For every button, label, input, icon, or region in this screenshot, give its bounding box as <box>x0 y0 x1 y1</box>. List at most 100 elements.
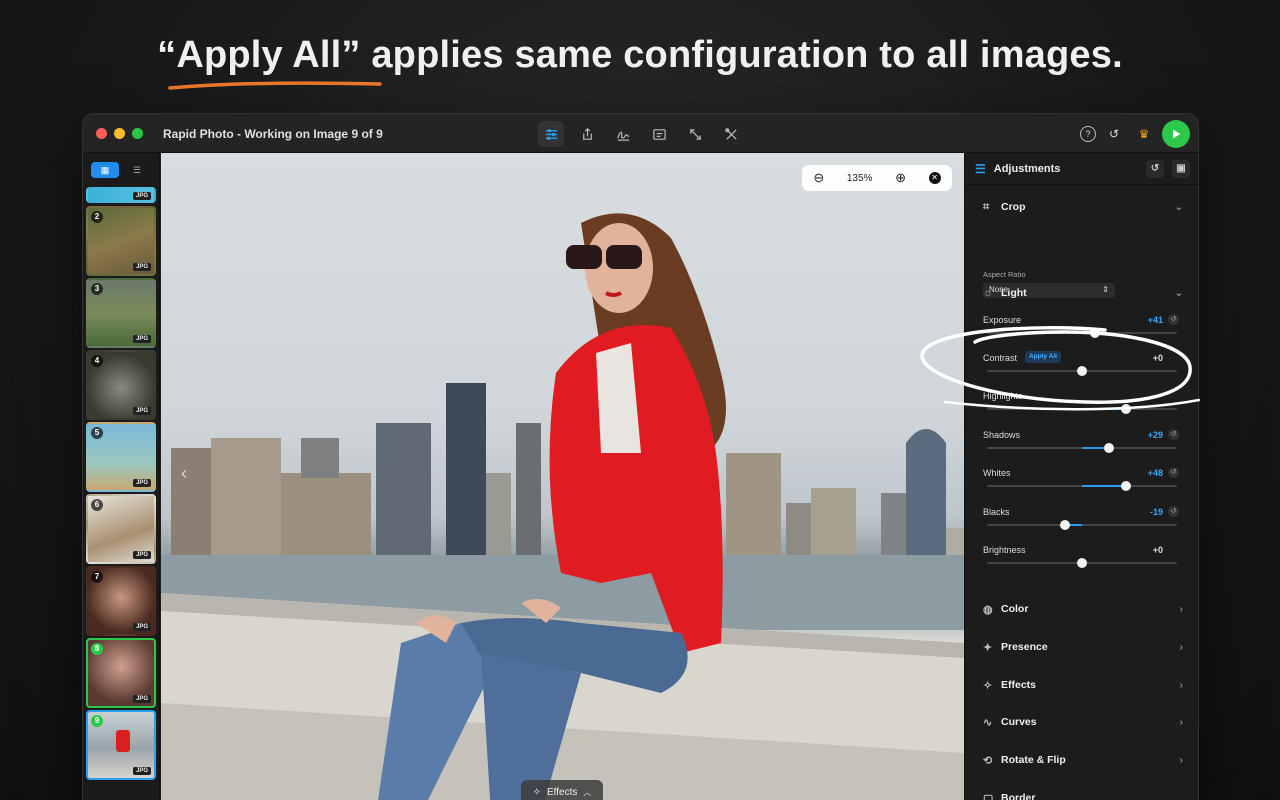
slider-blacks[interactable]: Blacks -19 ↺ <box>983 506 1179 543</box>
thumbnail-2[interactable]: 2 JPG <box>86 206 156 276</box>
section-label: Presence <box>1001 641 1048 653</box>
help-button[interactable]: ? <box>1080 126 1096 142</box>
section-effects[interactable]: ✧ Effects › <box>965 669 1198 701</box>
zoom-in-button[interactable]: ⊕ <box>895 170 906 186</box>
thumbnail-6[interactable]: 6 JPG <box>86 494 156 564</box>
maximize-window-button[interactable] <box>132 128 143 139</box>
section-label: Effects <box>1001 679 1037 691</box>
chevron-right-icon: › <box>1179 603 1183 615</box>
slider-track[interactable] <box>987 481 1177 491</box>
slider-highlights[interactable]: Highlights <box>983 391 1179 427</box>
reset-icon: ↺ <box>1150 163 1160 174</box>
close-zoom-button[interactable]: ✕ <box>928 172 941 184</box>
slider-knob[interactable] <box>1077 366 1087 376</box>
crown-icon: ♛ <box>1138 127 1150 141</box>
format-badge: JPG <box>132 767 151 775</box>
share-icon <box>582 127 592 140</box>
thumbnail-5[interactable]: 5 JPG <box>86 422 156 492</box>
slider-value: -19 <box>1149 507 1163 517</box>
section-border[interactable]: ▢ Border <box>965 782 1198 800</box>
resize-tool-button[interactable] <box>682 121 708 147</box>
thumbnail-subject <box>116 730 130 752</box>
slider-knob[interactable] <box>1103 443 1114 453</box>
format-badge: JPG <box>132 479 151 487</box>
apply-all-button[interactable]: Apply All <box>1025 351 1061 363</box>
list-view-button[interactable]: ☰ <box>123 162 151 178</box>
thumbnail-8[interactable]: 8 JPG <box>86 638 156 708</box>
slider-track[interactable] <box>987 404 1177 414</box>
thumbnail-number: 7 <box>91 571 103 583</box>
chevron-up-icon: ︿ <box>583 787 592 797</box>
thumbnail-sidebar: ▦ ☰ JPG 2 JPG 3 JPG 4 JPG 5 JPG 6 JPG 7 … <box>83 153 160 800</box>
slider-label: Highlights <box>983 391 1023 401</box>
previous-image-arrow[interactable]: ‹ <box>181 463 187 484</box>
tools-tool-button[interactable] <box>718 121 744 147</box>
slider-knob[interactable] <box>1120 404 1131 414</box>
app-window: Rapid Photo - Working on Image 9 of 9 ? <box>82 113 1199 800</box>
border-icon: ▢ <box>983 792 994 800</box>
run-button[interactable] <box>1162 120 1190 148</box>
text-tool-button[interactable] <box>646 121 672 147</box>
crop-icon: ⌗ <box>983 200 990 213</box>
section-light[interactable]: ☼ Light ⌄ <box>965 277 1198 309</box>
effects-button[interactable]: ✧ Effects ︿ <box>521 780 603 800</box>
zoom-out-button[interactable]: ⊖ <box>813 170 824 186</box>
slider-knob[interactable] <box>1090 328 1101 338</box>
thumbnail-number: 4 <box>91 355 103 367</box>
slider-knob[interactable] <box>1077 558 1087 568</box>
slider-whites[interactable]: Whites +48 ↺ <box>983 467 1179 504</box>
slider-shadows[interactable]: Shadows +29 ↺ <box>983 429 1179 466</box>
thumbnail-3[interactable]: 3 JPG <box>86 278 156 348</box>
adjustments-tool-button[interactable] <box>538 121 564 147</box>
slider-track[interactable] <box>987 366 1177 376</box>
headline-rest: applies same configuration to all images… <box>360 34 1123 76</box>
section-color[interactable]: ◍ Color › <box>965 593 1198 625</box>
section-presence[interactable]: ✦ Presence › <box>965 631 1198 663</box>
slider-contrast[interactable]: Contrast Apply All +0 <box>983 351 1179 389</box>
section-crop[interactable]: ⌗ Crop ⌄ <box>965 191 1198 223</box>
minimize-window-button[interactable] <box>114 128 125 139</box>
slider-track[interactable] <box>987 558 1177 568</box>
chevron-right-icon: › <box>1179 754 1183 766</box>
slider-knob[interactable] <box>1059 520 1070 530</box>
reset-slider-button[interactable]: ↺ <box>1168 506 1179 517</box>
premium-button[interactable]: ♛ <box>1132 122 1156 146</box>
reset-all-button[interactable]: ↺ <box>1146 159 1164 178</box>
thumbnail-number: 5 <box>91 427 103 439</box>
toggle-panel-button[interactable]: ▣ <box>1172 159 1190 178</box>
slider-exposure[interactable]: Exposure +41 ↺ <box>983 314 1179 351</box>
section-rotate-flip[interactable]: ⟲ Rotate & Flip › <box>965 744 1198 776</box>
slider-track[interactable] <box>987 328 1177 338</box>
reset-slider-button[interactable]: ↺ <box>1168 429 1179 440</box>
share-tool-button[interactable] <box>574 121 600 147</box>
zoom-level: 135% <box>846 172 873 184</box>
reset-slider-button[interactable]: ↺ <box>1168 314 1179 325</box>
text-box-icon <box>652 128 666 140</box>
format-badge: JPG <box>132 695 151 703</box>
slider-track[interactable] <box>987 443 1177 453</box>
thumbnail-1[interactable]: JPG <box>86 187 156 203</box>
slider-label: Exposure <box>983 315 1022 325</box>
thumbnail-4[interactable]: 4 JPG <box>86 350 156 420</box>
slider-brightness[interactable]: Brightness +0 <box>983 545 1179 581</box>
slider-label: Shadows <box>983 430 1021 440</box>
reset-slider-button[interactable]: ↺ <box>1168 467 1179 478</box>
slider-track[interactable] <box>987 520 1177 530</box>
undo-button[interactable]: ↺ <box>1102 122 1126 146</box>
headline-accent: “Apply All” <box>157 34 361 76</box>
slider-value: +41 <box>1147 315 1163 325</box>
signature-tool-button[interactable] <box>610 121 636 147</box>
play-icon <box>1173 129 1181 139</box>
slider-label: Brightness <box>983 545 1026 555</box>
thumbnail-number: 2 <box>91 211 103 223</box>
close-window-button[interactable] <box>96 128 107 139</box>
section-crop-label: Crop <box>1001 201 1026 213</box>
image-canvas[interactable]: ⊖ 135% ⊕ ✕ ‹ ✧ Effects ︿ <box>161 153 964 800</box>
slider-label: Whites <box>983 468 1011 478</box>
thumbnail-9[interactable]: 9 JPG <box>86 710 156 780</box>
grid-view-button[interactable]: ▦ <box>91 162 119 178</box>
slider-knob[interactable] <box>1120 481 1131 491</box>
thumbnail-7[interactable]: 7 JPG <box>86 566 156 636</box>
section-curves[interactable]: ∿ Curves › <box>965 706 1198 738</box>
main-toolbar <box>538 121 744 147</box>
